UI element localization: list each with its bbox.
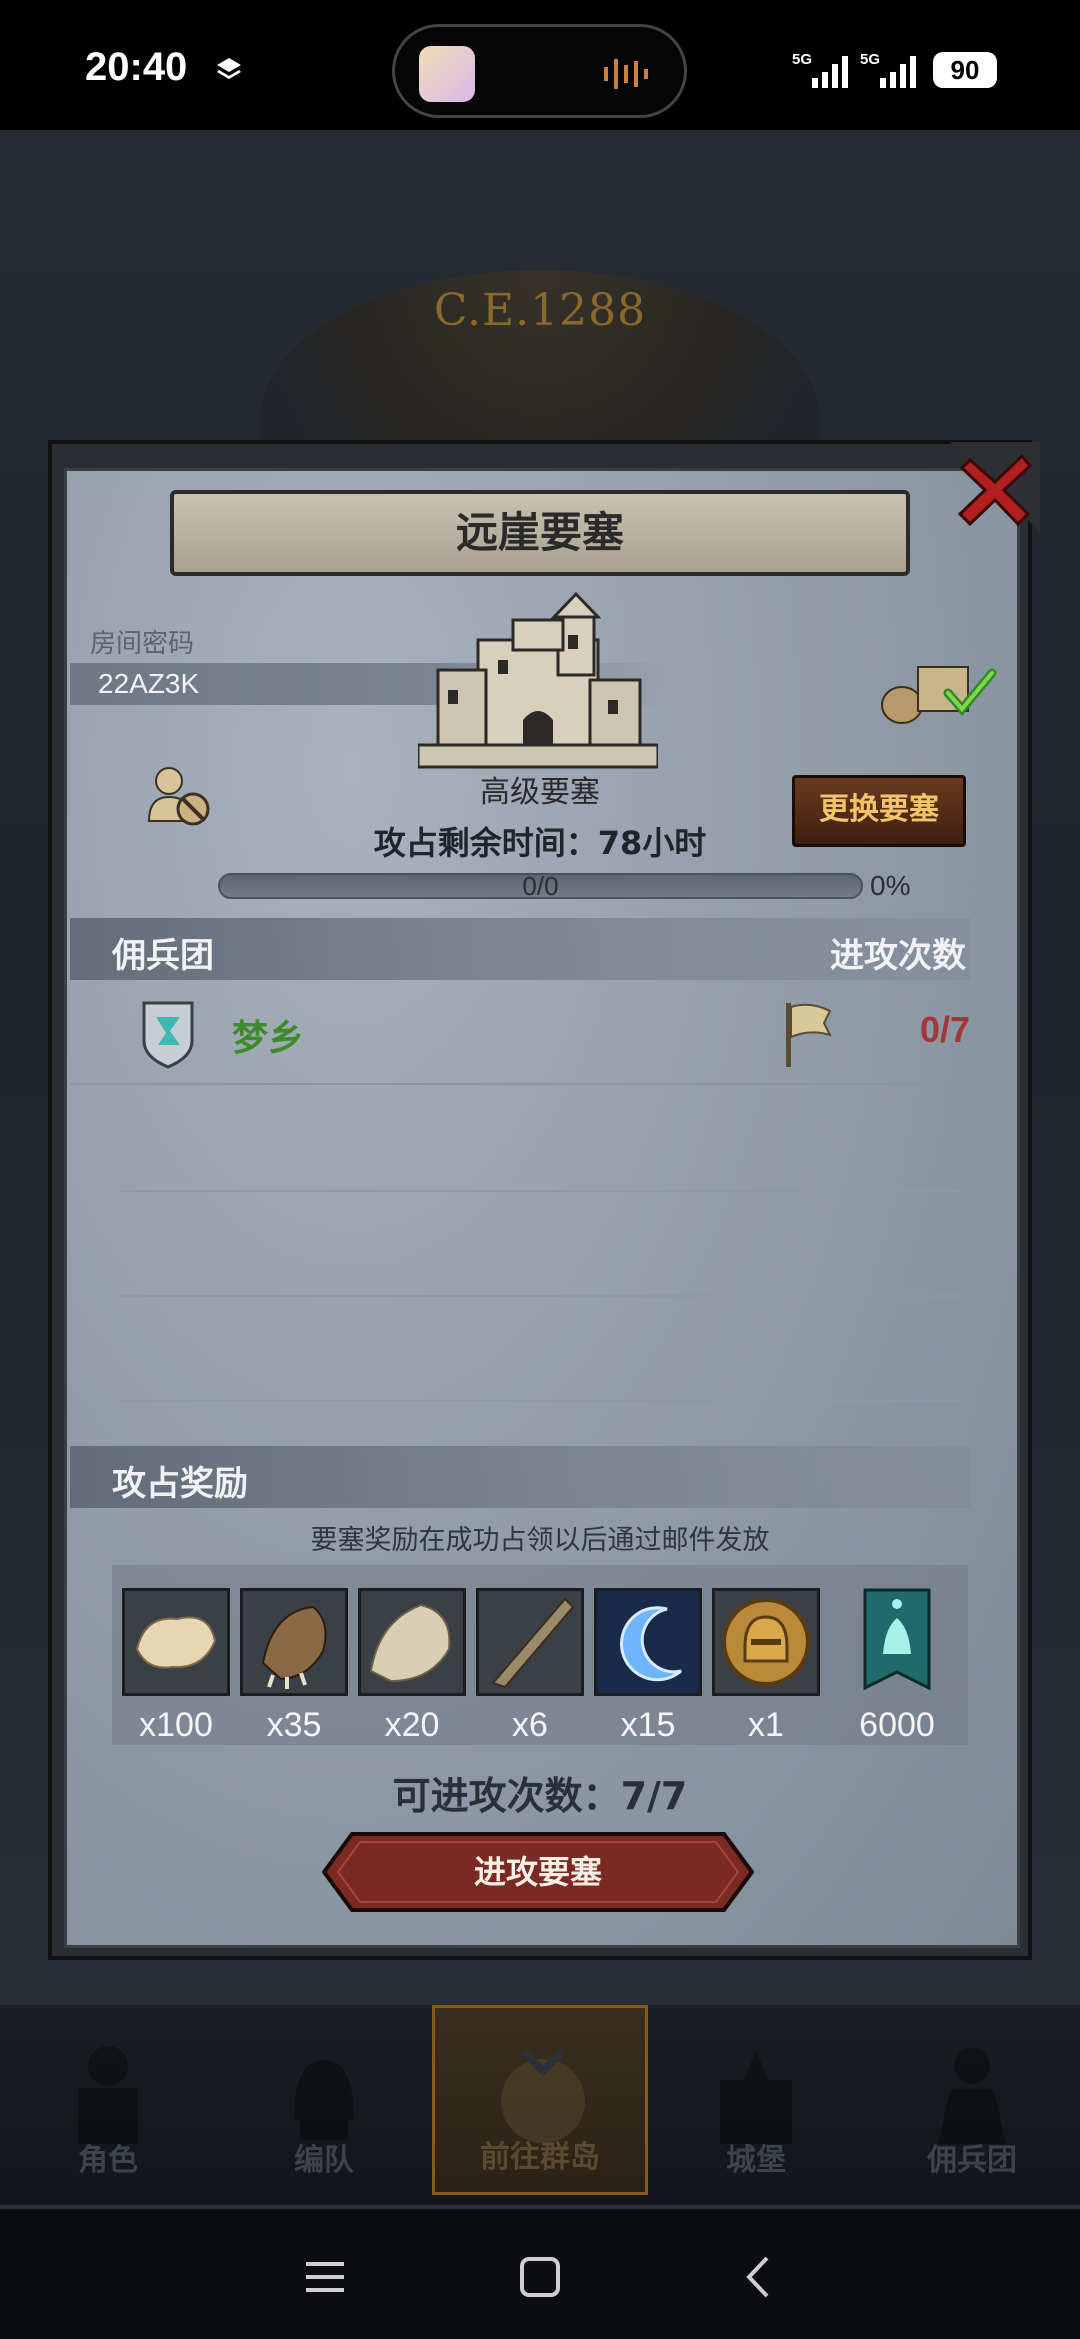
- progress-percent: 0%: [870, 870, 911, 901]
- mercenary-attack-count: 0/7: [919, 1009, 970, 1050]
- horn-icon: [476, 1588, 584, 1696]
- nav-item-formation[interactable]: 编队: [216, 2005, 432, 2195]
- layers-icon: [217, 58, 241, 79]
- no-player-icon[interactable]: [145, 765, 215, 829]
- claw-icon: [240, 1588, 348, 1696]
- empty-row-divider: [120, 1190, 960, 1192]
- castle-icon: [418, 591, 658, 769]
- reward-quantity: x100: [139, 1706, 213, 1744]
- fortress-title: 远崖要塞: [170, 490, 910, 576]
- room-password-label: 房间密码: [90, 629, 195, 659]
- shield-icon: [142, 1001, 194, 1069]
- signal-5g-icon: 5G: [860, 51, 916, 88]
- status-time: 20:40: [85, 45, 188, 89]
- helmet-coin-icon: [712, 1588, 820, 1696]
- flag-icon: [786, 1003, 832, 1067]
- progress-value-text: 0/0: [522, 871, 559, 901]
- rewards-note: 要塞奖励在成功占领以后通过邮件发放: [310, 1525, 770, 1556]
- status-bar: 20:40 5G 5G 90: [0, 0, 1080, 130]
- home-icon[interactable]: [515, 2254, 565, 2300]
- signal-5g-icon: 5G: [792, 51, 848, 88]
- crescent-orb-icon: [594, 1588, 702, 1696]
- reward-item[interactable]: 6000: [842, 1588, 952, 1745]
- reward-item[interactable]: x20: [358, 1588, 466, 1745]
- nav-label: 城堡: [726, 2143, 786, 2178]
- reward-item[interactable]: x15: [594, 1588, 702, 1745]
- system-nav-bar: [0, 2209, 1080, 2339]
- reward-quantity: x15: [620, 1706, 676, 1744]
- attack-count-header-label: 进攻次数: [830, 936, 966, 976]
- banner-icon: [842, 1588, 952, 1696]
- reward-quantity: x6: [512, 1706, 548, 1744]
- empty-row-divider: [120, 1295, 960, 1297]
- mercenary-icon: [938, 2048, 1006, 2144]
- mercenary-section-header: 佣兵团 进攻次数: [70, 918, 970, 980]
- era-year: C.E.1288: [433, 285, 647, 336]
- rewards-header-label: 攻占奖励: [112, 1464, 248, 1504]
- capture-progress-bar: 0/0: [218, 873, 863, 899]
- mercenary-name: 梦乡: [232, 1018, 305, 1059]
- audio-wave-icon: [604, 59, 648, 89]
- close-icon[interactable]: [950, 442, 1040, 532]
- nav-label: 角色: [78, 2143, 138, 2178]
- reward-item[interactable]: x6: [476, 1588, 584, 1745]
- knight-icon: [78, 2046, 138, 2144]
- helmet-icon: [294, 2060, 354, 2140]
- castle-icon: [720, 2050, 792, 2144]
- reward-item[interactable]: x100: [122, 1588, 230, 1745]
- menu-icon[interactable]: [300, 2254, 350, 2300]
- nav-item-mercenary[interactable]: 佣兵团: [864, 2005, 1080, 2195]
- nav-item-castle[interactable]: 城堡: [648, 2005, 864, 2195]
- svg-text:5G: 5G: [792, 51, 812, 68]
- reward-quantity: x35: [266, 1706, 322, 1744]
- nav-label: 前往群岛: [480, 2140, 600, 2175]
- nav-label: 编队: [294, 2143, 354, 2178]
- mercenary-header-label: 佣兵团: [112, 936, 214, 976]
- attack-fortress-button[interactable]: 进攻要塞: [322, 1832, 754, 1912]
- attacks-available: 可进攻次数：7/7: [392, 1774, 688, 1818]
- mercenary-row[interactable]: 梦乡 0/7: [70, 985, 970, 1085]
- loot-collected-icon[interactable]: [878, 655, 998, 725]
- reward-item[interactable]: x1: [712, 1588, 820, 1745]
- reward-quantity: x20: [384, 1706, 440, 1744]
- empty-row-divider: [120, 1400, 960, 1402]
- back-icon[interactable]: [735, 2254, 785, 2300]
- nav-item-islands[interactable]: 前往群岛: [432, 2005, 648, 2195]
- reward-item[interactable]: x35: [240, 1588, 348, 1745]
- bottom-nav: 角色 编队 前往群岛 城堡 佣兵团: [0, 2005, 1080, 2205]
- battery-indicator: 90: [933, 52, 997, 88]
- dynamic-island[interactable]: [392, 24, 687, 118]
- nav-item-character[interactable]: 角色: [0, 2005, 216, 2195]
- fur-icon: [122, 1588, 230, 1696]
- reward-quantity: x1: [748, 1706, 784, 1744]
- rewards-section-header: 攻占奖励: [70, 1446, 970, 1508]
- hide-icon: [358, 1588, 466, 1696]
- svg-text:5G: 5G: [860, 51, 880, 68]
- change-fortress-button[interactable]: 更换要塞: [792, 775, 966, 847]
- music-thumbnail: [419, 46, 475, 102]
- nav-label: 佣兵团: [927, 2143, 1017, 2178]
- reward-quantity: 6000: [859, 1706, 935, 1744]
